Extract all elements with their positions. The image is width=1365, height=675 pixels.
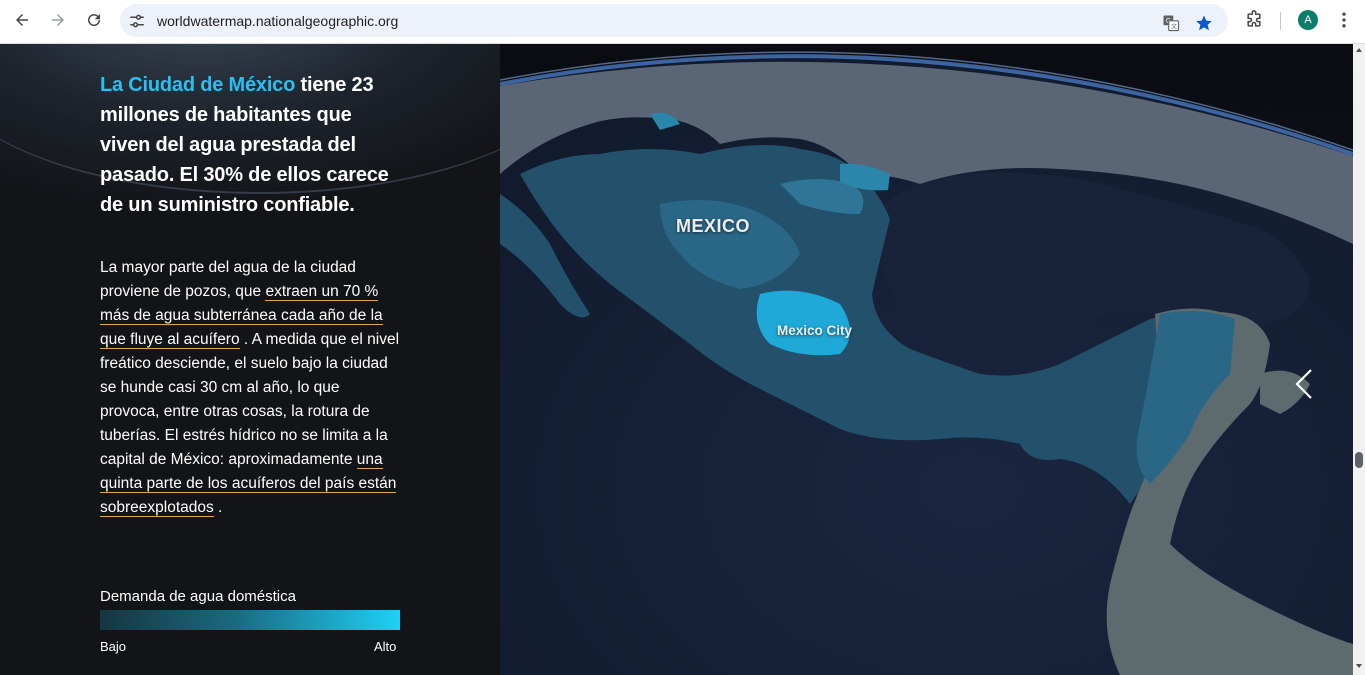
arrow-right-icon [52, 14, 64, 26]
forward-button[interactable] [46, 8, 70, 32]
profile-avatar[interactable]: A [1298, 10, 1318, 30]
extensions-icon[interactable] [1244, 10, 1264, 30]
story-panel: La Ciudad de México tiene 23 millones de… [0, 44, 580, 675]
reload-icon [88, 14, 101, 27]
legend-low-label: Bajo [100, 639, 127, 654]
story-paragraph: La mayor parte del agua de la ciudad pro… [100, 256, 402, 520]
page-content: La Ciudad de México tiene 23 millones de… [0, 44, 1353, 675]
paragraph-text-3: . [213, 499, 223, 516]
site-settings-icon[interactable] [128, 12, 146, 30]
scroll-down-icon[interactable] [1356, 664, 1362, 668]
translate-icon[interactable]: G文 [1162, 14, 1180, 32]
back-button[interactable] [10, 8, 34, 32]
headline-highlight: La Ciudad de México [100, 74, 296, 96]
browser-toolbar: worldwatermap.nationalgeographic.org G文 … [0, 0, 1365, 44]
url-text: worldwatermap.nationalgeographic.org [157, 13, 399, 29]
paragraph-text-2: . A medida que el nivel freático descien… [100, 331, 400, 468]
legend-high-label: Alto [374, 639, 397, 654]
bookmark-star-icon[interactable] [1195, 14, 1213, 32]
chevron-right-icon[interactable] [1293, 366, 1315, 402]
more-menu-icon[interactable] [1334, 10, 1354, 30]
globe-map[interactable]: MEXICO Mexico City [500, 44, 1353, 675]
story-headline: La Ciudad de México tiene 23 millones de… [100, 70, 400, 220]
svg-text:文: 文 [1171, 22, 1177, 30]
page-scrollbar[interactable] [1353, 44, 1365, 675]
scroll-up-icon[interactable] [1356, 48, 1362, 52]
country-label: MEXICO [676, 216, 751, 236]
toolbar-divider [1280, 12, 1281, 30]
legend-color-ramp [100, 610, 400, 630]
arrow-left-icon [16, 14, 28, 26]
scroll-thumb[interactable] [1355, 452, 1363, 468]
globe-map-canvas [500, 44, 1353, 675]
legend-title: Demanda de agua doméstica [100, 588, 296, 605]
address-bar[interactable]: worldwatermap.nationalgeographic.org G文 [120, 4, 1228, 37]
city-label: Mexico City [777, 323, 853, 338]
reload-button[interactable] [82, 8, 106, 32]
